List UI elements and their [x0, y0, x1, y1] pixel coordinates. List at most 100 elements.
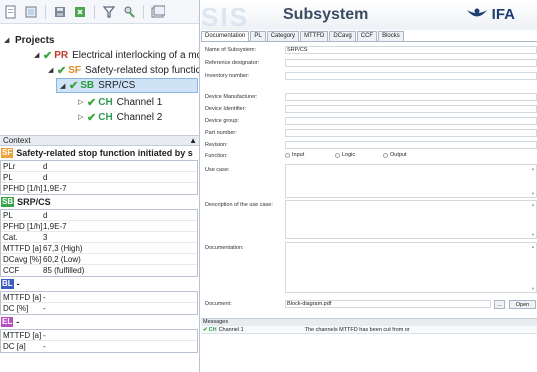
- search-person-icon[interactable]: [121, 4, 137, 20]
- function-code: SF: [68, 64, 81, 76]
- tree-node-channel-2[interactable]: ▷ ✔ CH Channel 2: [78, 110, 162, 124]
- use-case-field[interactable]: ▲ ▼: [285, 164, 537, 198]
- scroll-up-icon[interactable]: ▲: [531, 166, 535, 171]
- browse-button[interactable]: ...: [494, 300, 505, 309]
- tab-blocks[interactable]: Blocks: [378, 31, 404, 41]
- property-key: CCF: [3, 266, 20, 275]
- function-input-radio[interactable]: Input: [285, 152, 304, 158]
- property-key: MTTFD [a]: [3, 243, 42, 253]
- check-icon: ✔: [203, 326, 208, 333]
- description-field[interactable]: ▲ ▼: [285, 200, 537, 239]
- filter-icon[interactable]: [101, 4, 117, 20]
- collapse-arrow-icon[interactable]: ◢: [34, 51, 43, 59]
- property-row: PFHD [1/h] 1,9E-7: [1, 221, 197, 232]
- property-value: -: [43, 292, 46, 302]
- property-value: -: [43, 342, 46, 351]
- new-icon[interactable]: [3, 4, 19, 20]
- open-button[interactable]: Open: [509, 300, 536, 309]
- toolbar-separator: [143, 4, 144, 19]
- revision-label: Revision:: [205, 142, 228, 148]
- export-icon[interactable]: [72, 4, 88, 20]
- property-row: DCavg [%] 60,2 (Low): [1, 254, 197, 265]
- collapse-arrow-icon[interactable]: ◢: [48, 66, 57, 74]
- property-key: PFHD [1/h]: [3, 221, 43, 231]
- property-value: 85 (fulfilled): [43, 266, 85, 275]
- name-field[interactable]: SRP/CS: [285, 46, 537, 54]
- message-row[interactable]: ✔ CH Channel 1 The channels MTTFD has be…: [201, 326, 537, 334]
- radio-label: Output: [390, 152, 407, 158]
- group-field[interactable]: [285, 117, 537, 125]
- save-icon[interactable]: [52, 4, 68, 20]
- context-el-title: EL -: [0, 315, 199, 329]
- tree-node-project[interactable]: ◢ ✔ PR Electrical interlocking of a mov: [34, 48, 200, 62]
- revision-field[interactable]: [285, 141, 537, 149]
- function-logic-radio[interactable]: Logic: [335, 152, 355, 158]
- property-value: d: [43, 210, 48, 220]
- channel-code: CH: [98, 96, 113, 108]
- check-icon: ✔: [57, 64, 67, 77]
- manufacturer-field[interactable]: [285, 93, 537, 101]
- scroll-down-icon[interactable]: ▼: [531, 232, 535, 237]
- radio-dot-icon: [383, 152, 388, 158]
- open-icon[interactable]: [23, 4, 39, 20]
- project-code: PR: [54, 49, 69, 61]
- bl-section-title: -: [16, 279, 20, 289]
- documentation-field[interactable]: ▲ ▼: [285, 242, 537, 293]
- sis-watermark: SIS: [201, 2, 249, 32]
- inventory-field[interactable]: [285, 72, 537, 80]
- tab-pl[interactable]: PL: [250, 31, 266, 41]
- scroll-down-icon[interactable]: ▼: [531, 191, 535, 196]
- subsystem-editor-pane: SIS Subsystem IFA Documentation PL Categ…: [201, 0, 537, 372]
- el-section-title: -: [16, 317, 20, 327]
- toolbar-separator: [94, 4, 95, 19]
- inventory-label: Inventory number:: [205, 73, 250, 79]
- collapse-arrow-icon[interactable]: ◢: [60, 82, 69, 90]
- part-number-field[interactable]: [285, 129, 537, 137]
- property-value: -: [43, 330, 46, 340]
- tab-category[interactable]: Category: [266, 31, 300, 41]
- expand-arrow-icon[interactable]: ▷: [78, 113, 87, 121]
- property-row: MTTFD [a] -: [1, 292, 197, 303]
- subsystem-code: SB: [80, 80, 95, 91]
- context-function-title: SF Safety-related stop function initiate…: [0, 146, 199, 160]
- property-key: Cat.: [3, 232, 18, 242]
- tree-root-label: Projects: [15, 34, 55, 46]
- message-text: The channels MTTFD has been cut from or: [304, 326, 410, 333]
- context-panel-header[interactable]: Context ▲: [0, 135, 199, 146]
- tree-node-channel-1[interactable]: ▷ ✔ CH Channel 1: [78, 95, 162, 109]
- tree-node-subsystem[interactable]: ◢ ✔ SB SRP/CS: [56, 78, 198, 93]
- ifa-logo-text: IFA: [491, 6, 515, 23]
- property-value: 67,3 (High): [43, 243, 83, 253]
- property-row: PLr d: [1, 161, 197, 172]
- collapse-up-icon[interactable]: ▲: [189, 136, 197, 145]
- tree-node-projects[interactable]: ◢ Projects: [4, 33, 54, 47]
- function-output-radio[interactable]: Output: [383, 152, 407, 158]
- editor-tabs: Documentation PL Category MTTFD DCavg CC…: [201, 31, 404, 41]
- tree-node-function[interactable]: ◢ ✔ SF Safety-related stop functic: [48, 63, 199, 77]
- context-panel: SF Safety-related stop function initiate…: [0, 146, 199, 353]
- project-label: Electrical interlocking of a mov: [72, 49, 200, 61]
- messages-header: Messages: [201, 318, 537, 326]
- expand-arrow-icon[interactable]: ▷: [78, 98, 87, 106]
- scroll-up-icon[interactable]: ▲: [531, 244, 535, 249]
- tab-mttfd[interactable]: MTTFD: [300, 31, 329, 41]
- scroll-up-icon[interactable]: ▲: [531, 202, 535, 207]
- property-key: MTTFD [a]: [3, 292, 42, 302]
- collapse-arrow-icon[interactable]: ◢: [4, 36, 13, 44]
- tab-documentation[interactable]: Documentation: [201, 31, 250, 41]
- tab-ccf[interactable]: CCF: [356, 31, 378, 41]
- identifier-field[interactable]: [285, 105, 537, 113]
- property-value: d: [43, 172, 48, 182]
- check-icon: ✔: [87, 111, 97, 124]
- tab-dcavg[interactable]: DCavg: [329, 31, 356, 41]
- property-row: DC [%] -: [1, 303, 197, 314]
- library-icon[interactable]: [150, 4, 166, 20]
- scroll-down-icon[interactable]: ▼: [531, 286, 535, 291]
- project-tree-pane: ◢ Projects ◢ ✔ PR Electrical interlockin…: [0, 0, 200, 372]
- use-case-label: Use case:: [205, 167, 230, 173]
- reference-field[interactable]: [285, 59, 537, 67]
- message-code: CH: [208, 326, 217, 333]
- editor-banner: SIS Subsystem IFA: [201, 0, 537, 32]
- property-key: DCavg [%]: [3, 254, 42, 264]
- document-field[interactable]: Block-diagram.pdf: [285, 300, 491, 308]
